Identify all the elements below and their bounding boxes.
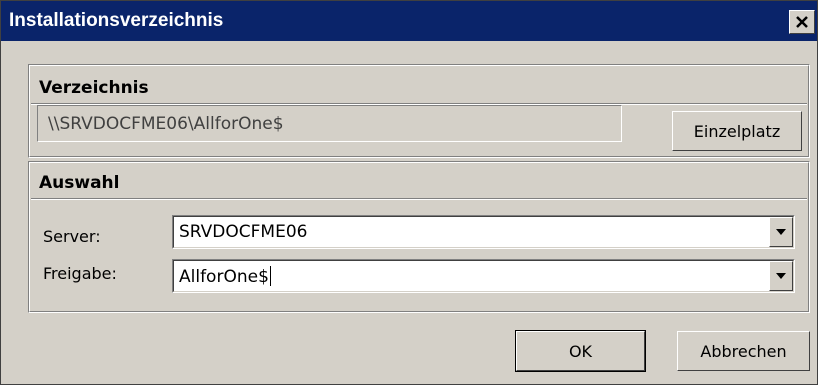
close-button[interactable] [789, 10, 815, 34]
freigabe-label: Freigabe: [43, 264, 117, 283]
text-cursor [269, 266, 271, 286]
server-label: Server: [43, 227, 101, 246]
einzelplatz-label: Einzelplatz [693, 121, 781, 141]
close-icon [795, 15, 809, 29]
directory-path-field: \\SRVDOCFME06\AllforOne$ [37, 105, 622, 142]
cancel-label: Abbrechen [700, 341, 787, 361]
dialog-title: Installationsverzeichnis [9, 10, 224, 31]
einzelplatz-button[interactable]: Einzelplatz [672, 111, 802, 151]
freigabe-dropdown-button[interactable] [769, 261, 793, 291]
auswahl-header: Auswahl [39, 173, 120, 193]
ok-button[interactable]: OK [515, 330, 646, 372]
cancel-button[interactable]: Abbrechen [677, 331, 810, 371]
ok-label: OK [568, 341, 593, 361]
freigabe-value: AllforOne$ [179, 266, 271, 287]
server-dropdown-button[interactable] [769, 217, 793, 247]
dropdown-arrow-icon [775, 223, 787, 241]
server-select[interactable]: SRVDOCFME06 [172, 215, 795, 249]
directory-path-text: \\SRVDOCFME06\AllforOne$ [48, 114, 284, 134]
auswahl-separator [31, 198, 807, 200]
freigabe-value-text: AllforOne$ [179, 267, 269, 287]
title-bar[interactable]: Installationsverzeichnis [1, 1, 817, 41]
verzeichnis-header: Verzeichnis [39, 78, 149, 98]
dropdown-arrow-icon [775, 267, 787, 285]
installation-dialog: Installationsverzeichnis Verzeichnis \\S… [0, 0, 818, 385]
server-value: SRVDOCFME06 [179, 222, 308, 242]
freigabe-select[interactable]: AllforOne$ [172, 259, 795, 293]
